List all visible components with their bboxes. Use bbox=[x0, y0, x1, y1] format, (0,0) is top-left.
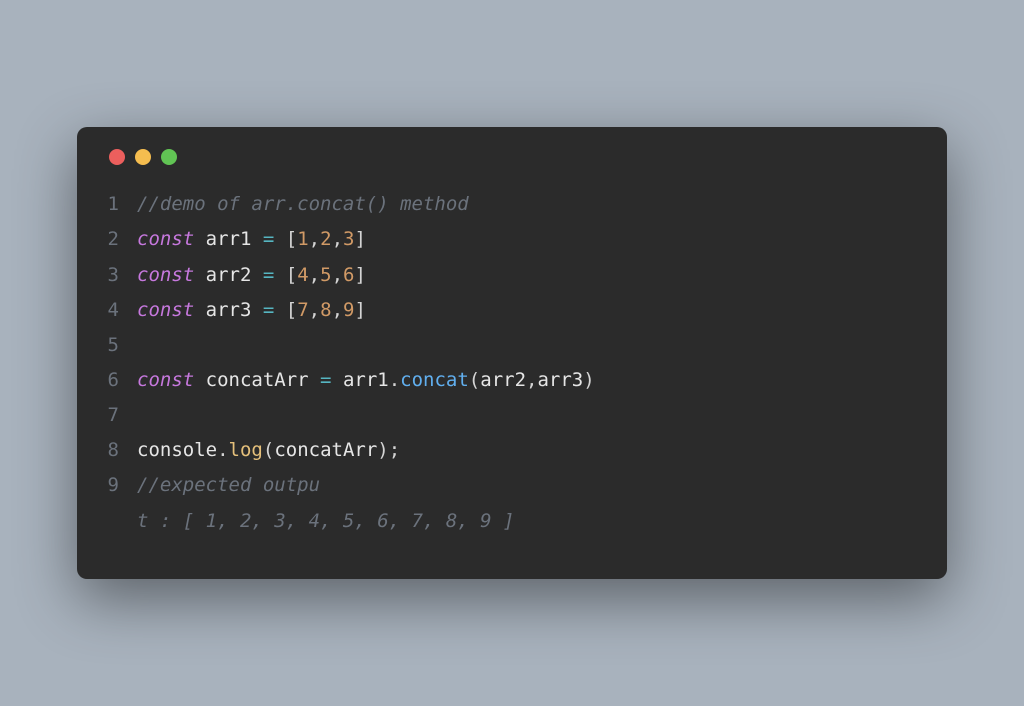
token-ident bbox=[274, 228, 285, 250]
token-ident: arr3 bbox=[537, 369, 583, 391]
line-number: 4 bbox=[103, 293, 137, 328]
token-punct: [ bbox=[286, 228, 297, 250]
token-num: 6 bbox=[343, 264, 354, 286]
token-punct: ] bbox=[354, 228, 365, 250]
code-line[interactable]: 3const arr2 = [4,5,6] bbox=[103, 258, 921, 293]
token-punct: , bbox=[309, 264, 320, 286]
token-punct: ] bbox=[354, 299, 365, 321]
token-punct: , bbox=[332, 228, 343, 250]
token-ident: concatArr bbox=[274, 439, 377, 461]
token-punct: ( bbox=[469, 369, 480, 391]
token-punct: , bbox=[332, 299, 343, 321]
token-punct: ); bbox=[377, 439, 400, 461]
token-num: 4 bbox=[297, 264, 308, 286]
line-number: 3 bbox=[103, 258, 137, 293]
token-punct: [ bbox=[286, 299, 297, 321]
token-ident: concatArr bbox=[194, 369, 320, 391]
token-keyword: const bbox=[137, 369, 194, 391]
line-number: 7 bbox=[103, 398, 137, 433]
code-line[interactable]: 4const arr3 = [7,8,9] bbox=[103, 293, 921, 328]
code-line[interactable]: 8console.log(concatArr); bbox=[103, 433, 921, 468]
token-punct: , bbox=[309, 228, 320, 250]
token-comment: //demo of arr.concat() method bbox=[137, 193, 469, 215]
line-number: 9 bbox=[103, 468, 137, 503]
code-content[interactable]: //expected outpu bbox=[137, 468, 921, 503]
token-ident: console bbox=[137, 439, 217, 461]
token-num: 2 bbox=[320, 228, 331, 250]
token-comment: //expected outpu bbox=[137, 474, 320, 496]
line-number: 1 bbox=[103, 187, 137, 222]
token-num: 9 bbox=[343, 299, 354, 321]
code-area[interactable]: 1//demo of arr.concat() method2const arr… bbox=[103, 187, 921, 538]
line-number: 2 bbox=[103, 222, 137, 257]
token-keyword: const bbox=[137, 264, 194, 286]
token-num: 8 bbox=[320, 299, 331, 321]
code-line[interactable]: 9//expected outpu bbox=[103, 468, 921, 503]
code-content[interactable]: const arr1 = [1,2,3] bbox=[137, 222, 921, 257]
token-ident: arr1 bbox=[332, 369, 389, 391]
token-ident: arr2 bbox=[480, 369, 526, 391]
token-num: 5 bbox=[320, 264, 331, 286]
code-content[interactable]: const concatArr = arr1.concat(arr2,arr3) bbox=[137, 363, 921, 398]
token-num: 3 bbox=[343, 228, 354, 250]
code-line[interactable]: 6const concatArr = arr1.concat(arr2,arr3… bbox=[103, 363, 921, 398]
token-func: concat bbox=[400, 369, 469, 391]
line-number: 6 bbox=[103, 363, 137, 398]
code-content[interactable] bbox=[137, 398, 921, 433]
token-punct: ) bbox=[583, 369, 594, 391]
code-editor-window: 1//demo of arr.concat() method2const arr… bbox=[77, 127, 947, 578]
window-controls bbox=[109, 149, 921, 165]
token-punct: ] bbox=[354, 264, 365, 286]
token-keyword: const bbox=[137, 228, 194, 250]
token-punct: , bbox=[332, 264, 343, 286]
zoom-icon[interactable] bbox=[161, 149, 177, 165]
token-num: 7 bbox=[297, 299, 308, 321]
token-num: 1 bbox=[297, 228, 308, 250]
token-punct: . bbox=[389, 369, 400, 391]
token-ident bbox=[274, 299, 285, 321]
code-content[interactable]: //demo of arr.concat() method bbox=[137, 187, 921, 222]
token-ident: arr1 bbox=[194, 228, 263, 250]
line-number: 5 bbox=[103, 328, 137, 363]
code-content[interactable]: t : [ 1, 2, 3, 4, 5, 6, 7, 8, 9 ] bbox=[137, 504, 921, 539]
code-line[interactable]: 5 bbox=[103, 328, 921, 363]
code-content[interactable]: const arr3 = [7,8,9] bbox=[137, 293, 921, 328]
token-punct: ( bbox=[263, 439, 274, 461]
line-number bbox=[103, 504, 137, 539]
token-ident: arr2 bbox=[194, 264, 263, 286]
token-punct: , bbox=[309, 299, 320, 321]
token-punct: [ bbox=[286, 264, 297, 286]
token-op: = bbox=[263, 228, 274, 250]
minimize-icon[interactable] bbox=[135, 149, 151, 165]
code-line[interactable]: 2const arr1 = [1,2,3] bbox=[103, 222, 921, 257]
token-op: = bbox=[320, 369, 331, 391]
code-content[interactable]: const arr2 = [4,5,6] bbox=[137, 258, 921, 293]
code-content[interactable] bbox=[137, 328, 921, 363]
line-number: 8 bbox=[103, 433, 137, 468]
token-ident: arr3 bbox=[194, 299, 263, 321]
token-op: = bbox=[263, 299, 274, 321]
token-punct: , bbox=[526, 369, 537, 391]
code-line[interactable]: 7 bbox=[103, 398, 921, 433]
token-op: = bbox=[263, 264, 274, 286]
token-comment: t : [ 1, 2, 3, 4, 5, 6, 7, 8, 9 ] bbox=[137, 510, 515, 532]
code-line[interactable]: t : [ 1, 2, 3, 4, 5, 6, 7, 8, 9 ] bbox=[103, 504, 921, 539]
close-icon[interactable] bbox=[109, 149, 125, 165]
code-line[interactable]: 1//demo of arr.concat() method bbox=[103, 187, 921, 222]
code-content[interactable]: console.log(concatArr); bbox=[137, 433, 921, 468]
token-ident bbox=[274, 264, 285, 286]
token-punct: . bbox=[217, 439, 228, 461]
token-keyword: const bbox=[137, 299, 194, 321]
token-method: log bbox=[229, 439, 263, 461]
